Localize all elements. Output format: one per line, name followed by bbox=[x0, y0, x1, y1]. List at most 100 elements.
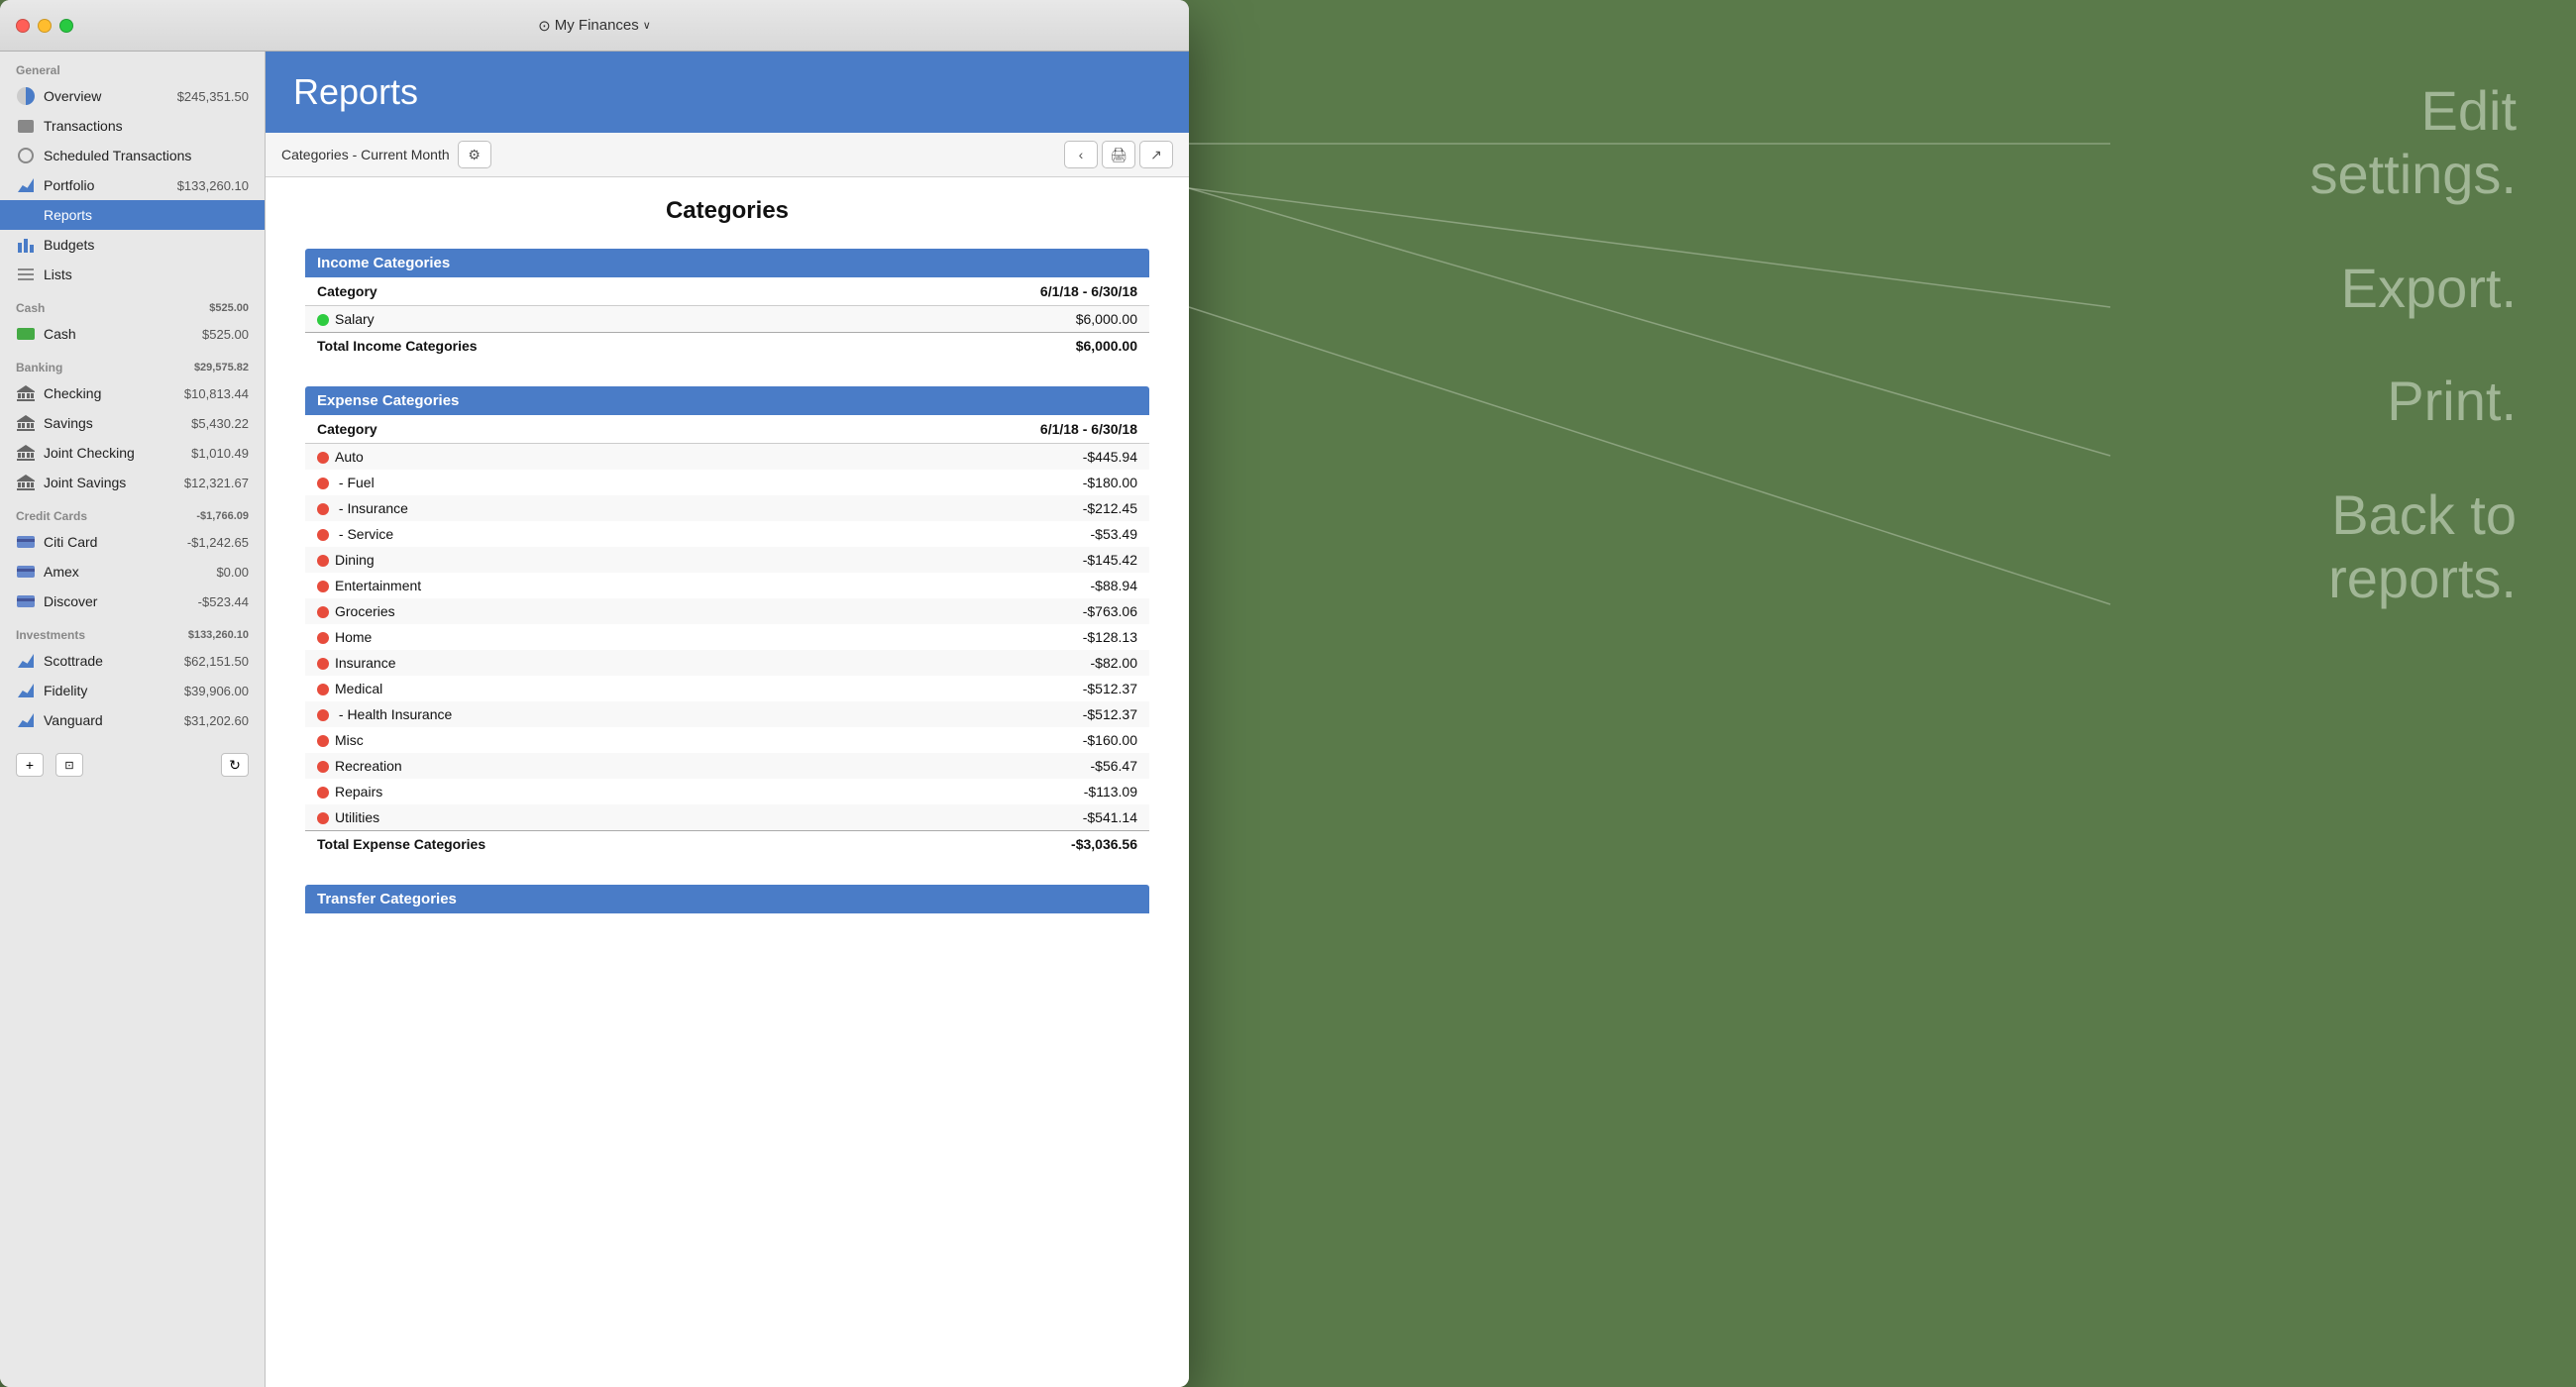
edit-layout-button[interactable]: ⊡ bbox=[55, 753, 83, 777]
card-icon bbox=[16, 532, 36, 552]
category-cell: Insurance bbox=[305, 650, 823, 676]
income-date-col-header: 6/1/18 - 6/30/18 bbox=[814, 277, 1149, 306]
table-row: Auto -$445.94 bbox=[305, 444, 1149, 471]
reports-icon bbox=[16, 205, 36, 225]
export-annotation: Export. bbox=[2309, 257, 2517, 320]
export-icon: ↗ bbox=[1150, 147, 1162, 163]
sidebar-bottom: + ⊡ ↻ bbox=[0, 743, 265, 787]
income-section-header: Income Categories bbox=[305, 249, 1149, 277]
sidebar-item-portfolio[interactable]: Portfolio $133,260.10 bbox=[0, 170, 265, 200]
amount-cell: -$82.00 bbox=[823, 650, 1149, 676]
cash-icon bbox=[16, 324, 36, 344]
sidebar-item-joint-checking[interactable]: Joint Checking $1,010.49 bbox=[0, 438, 265, 468]
report-name-label: Categories - Current Month bbox=[281, 147, 450, 162]
income-table: Category 6/1/18 - 6/30/18 Salary $6,000.… bbox=[305, 277, 1149, 359]
income-category-col-header: Category bbox=[305, 277, 814, 306]
category-cell: - Health Insurance bbox=[305, 701, 823, 727]
sidebar-section-general: General bbox=[0, 52, 265, 81]
total-label: Total Expense Categories bbox=[305, 831, 823, 858]
category-cell: - Service bbox=[305, 521, 823, 547]
category-cell: Salary bbox=[305, 306, 814, 333]
gear-icon: ⚙ bbox=[468, 147, 481, 163]
dot-icon bbox=[317, 632, 329, 644]
table-row: Repairs -$113.09 bbox=[305, 779, 1149, 804]
dot-icon bbox=[317, 658, 329, 670]
category-cell: - Insurance bbox=[305, 495, 823, 521]
close-button[interactable] bbox=[16, 19, 30, 33]
minimize-button[interactable] bbox=[38, 19, 52, 33]
sidebar-item-amex[interactable]: Amex $0.00 bbox=[0, 557, 265, 587]
sidebar-item-scheduled[interactable]: Scheduled Transactions bbox=[0, 141, 265, 170]
expense-total-row: Total Expense Categories -$3,036.56 bbox=[305, 831, 1149, 858]
table-row: Groceries -$763.06 bbox=[305, 598, 1149, 624]
table-row: Insurance -$82.00 bbox=[305, 650, 1149, 676]
sidebar-item-citi[interactable]: Citi Card -$1,242.65 bbox=[0, 527, 265, 557]
bank-icon bbox=[16, 383, 36, 403]
bank-icon bbox=[16, 473, 36, 492]
overview-icon bbox=[16, 86, 36, 106]
maximize-button[interactable] bbox=[59, 19, 73, 33]
back-button[interactable]: ‹ bbox=[1064, 141, 1098, 168]
bank-icon bbox=[16, 413, 36, 433]
amount-cell: -$763.06 bbox=[823, 598, 1149, 624]
sidebar-item-cash[interactable]: Cash $525.00 bbox=[0, 319, 265, 349]
add-account-button[interactable]: + bbox=[16, 753, 44, 777]
expense-category-col-header: Category bbox=[305, 415, 823, 444]
table-row: - Fuel -$180.00 bbox=[305, 470, 1149, 495]
category-cell: Groceries bbox=[305, 598, 823, 624]
income-categories-section: Income Categories Category 6/1/18 - 6/30… bbox=[305, 249, 1149, 359]
category-cell: Home bbox=[305, 624, 823, 650]
refresh-button[interactable]: ↻ bbox=[221, 753, 249, 777]
invest-icon bbox=[16, 681, 36, 700]
report-toolbar: Categories - Current Month ⚙ ‹ 🖨 ↗ bbox=[266, 133, 1189, 177]
sidebar-item-transactions[interactable]: Transactions bbox=[0, 111, 265, 141]
expense-table: Category 6/1/18 - 6/30/18 Auto -$445.94 … bbox=[305, 415, 1149, 857]
amount-cell: -$113.09 bbox=[823, 779, 1149, 804]
transfer-section-header: Transfer Categories bbox=[305, 885, 1149, 913]
toolbar-right: ‹ 🖨 ↗ bbox=[1064, 141, 1173, 168]
dot-icon bbox=[317, 478, 329, 489]
expense-table-header: Category 6/1/18 - 6/30/18 bbox=[305, 415, 1149, 444]
export-button[interactable]: ↗ bbox=[1139, 141, 1173, 168]
category-cell: Recreation bbox=[305, 753, 823, 779]
sidebar-item-discover[interactable]: Discover -$523.44 bbox=[0, 587, 265, 616]
amount-cell: -$145.42 bbox=[823, 547, 1149, 573]
card-icon bbox=[16, 562, 36, 582]
sidebar-item-joint-savings[interactable]: Joint Savings $12,321.67 bbox=[0, 468, 265, 497]
amount-cell: -$512.37 bbox=[823, 676, 1149, 701]
sidebar-item-budgets[interactable]: Budgets bbox=[0, 230, 265, 260]
window-title: ⊙ My Finances ∨ bbox=[538, 17, 651, 35]
sidebar-item-reports[interactable]: Reports bbox=[0, 200, 265, 230]
sidebar-item-overview[interactable]: Overview $245,351.50 bbox=[0, 81, 265, 111]
sidebar-item-scottrade[interactable]: Scottrade $62,151.50 bbox=[0, 646, 265, 676]
sidebar-item-vanguard[interactable]: Vanguard $31,202.60 bbox=[0, 705, 265, 735]
sidebar-section-banking: Banking $29,575.82 bbox=[0, 349, 265, 378]
table-row: Misc -$160.00 bbox=[305, 727, 1149, 753]
table-row: Recreation -$56.47 bbox=[305, 753, 1149, 779]
dot-icon bbox=[317, 581, 329, 592]
amount-cell: -$53.49 bbox=[823, 521, 1149, 547]
sidebar: General Overview $245,351.50 Transaction… bbox=[0, 52, 266, 1387]
dot-icon bbox=[317, 503, 329, 515]
sidebar-item-fidelity[interactable]: Fidelity $39,906.00 bbox=[0, 676, 265, 705]
report-content: Categories Income Categories Category 6/… bbox=[266, 177, 1189, 1387]
category-cell: Medical bbox=[305, 676, 823, 701]
total-amount: -$3,036.56 bbox=[823, 831, 1149, 858]
back-icon: ‹ bbox=[1079, 147, 1084, 162]
chevron-down-icon: ∨ bbox=[643, 19, 651, 32]
amount-cell: -$160.00 bbox=[823, 727, 1149, 753]
sidebar-item-savings[interactable]: Savings $5,430.22 bbox=[0, 408, 265, 438]
table-row: - Insurance -$212.45 bbox=[305, 495, 1149, 521]
print-button[interactable]: 🖨 bbox=[1102, 141, 1135, 168]
sidebar-item-lists[interactable]: Lists bbox=[0, 260, 265, 289]
titlebar: ⊙ My Finances ∨ bbox=[0, 0, 1189, 52]
expense-categories-section: Expense Categories Category 6/1/18 - 6/3… bbox=[305, 386, 1149, 857]
edit-settings-button[interactable]: ⚙ bbox=[458, 141, 491, 168]
transactions-icon bbox=[16, 116, 36, 136]
total-amount: $6,000.00 bbox=[814, 333, 1149, 360]
income-table-header: Category 6/1/18 - 6/30/18 bbox=[305, 277, 1149, 306]
category-cell: Entertainment bbox=[305, 573, 823, 598]
sidebar-item-checking[interactable]: Checking $10,813.44 bbox=[0, 378, 265, 408]
amount-cell: -$512.37 bbox=[823, 701, 1149, 727]
table-row: Utilities -$541.14 bbox=[305, 804, 1149, 831]
